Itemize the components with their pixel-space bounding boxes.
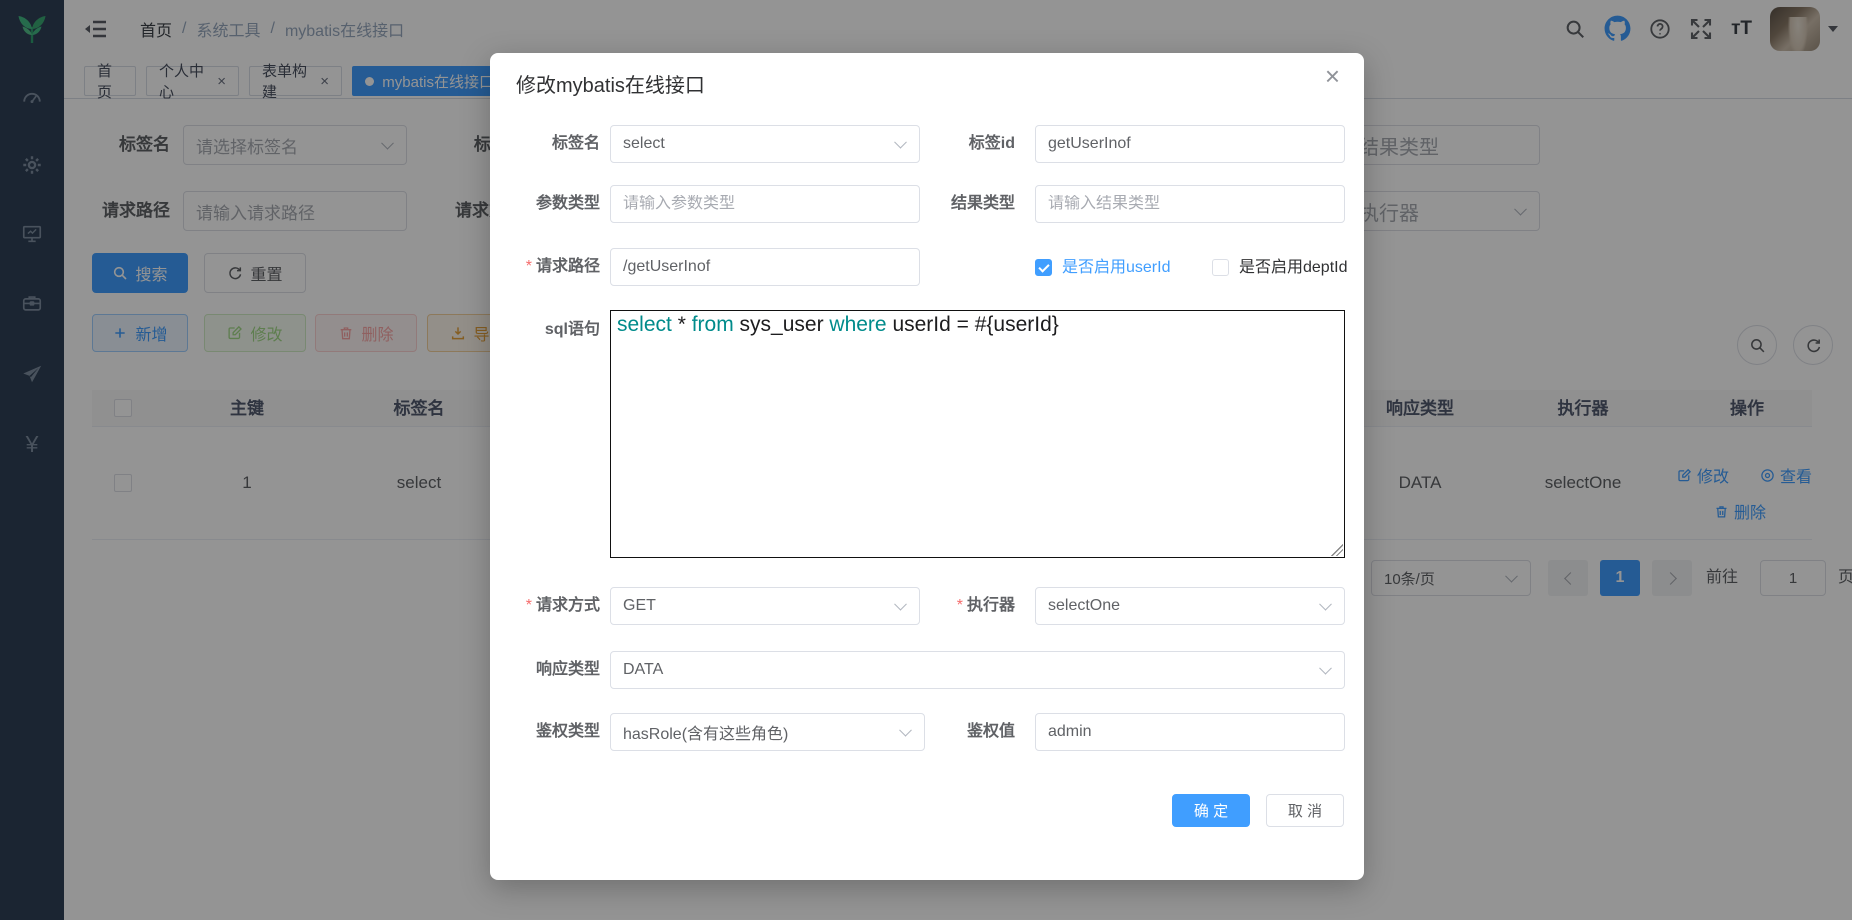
auth-value-input[interactable] bbox=[1048, 723, 1332, 741]
label-text: 请求方式 bbox=[536, 597, 600, 614]
result-type-input-wrap bbox=[1035, 185, 1345, 223]
param-type-input-wrap bbox=[610, 185, 920, 223]
label-text: 执行器 bbox=[967, 597, 1015, 614]
label-text: 请求路径 bbox=[536, 258, 600, 275]
required-mark: * bbox=[526, 258, 532, 275]
path-input[interactable] bbox=[623, 258, 907, 276]
sql-keyword: select bbox=[617, 313, 672, 336]
param-type-input[interactable] bbox=[623, 195, 907, 213]
sql-keyword: where bbox=[829, 313, 886, 336]
tag-id-input[interactable] bbox=[1048, 135, 1332, 153]
path-input-wrap bbox=[610, 248, 920, 286]
tag-name-label: 标签名 bbox=[460, 125, 600, 163]
dialog-close-icon[interactable]: × bbox=[1325, 63, 1340, 89]
resp-type-label: 响应类型 bbox=[460, 651, 600, 689]
required-mark: * bbox=[957, 597, 963, 614]
auth-value-label: 鉴权值 bbox=[875, 713, 1015, 751]
resize-handle[interactable] bbox=[1331, 544, 1343, 556]
chevron-down-icon bbox=[1319, 662, 1332, 675]
sql-text: sys_user bbox=[734, 313, 830, 336]
app: ¥ 首页 / 系统工具 / mybatis在线接口 тT bbox=[0, 0, 1852, 920]
tag-name-select[interactable]: select bbox=[610, 125, 920, 163]
tag-id-label: 标签id bbox=[875, 125, 1015, 163]
select-value: DATA bbox=[623, 661, 663, 679]
select-value: GET bbox=[623, 597, 656, 615]
auth-value-input-wrap bbox=[1035, 713, 1345, 751]
method-label: *请求方式 bbox=[460, 587, 600, 625]
confirm-button[interactable]: 确 定 bbox=[1172, 794, 1250, 827]
sql-label: sql语句 bbox=[460, 311, 600, 349]
path-label: *请求路径 bbox=[460, 248, 600, 286]
method-select[interactable]: GET bbox=[610, 587, 920, 625]
select-value: select bbox=[623, 135, 665, 153]
result-type-label: 结果类型 bbox=[875, 185, 1015, 223]
sql-text: userId = #{userId} bbox=[887, 313, 1059, 336]
sql-text: * bbox=[672, 313, 692, 336]
chevron-down-icon bbox=[1319, 598, 1332, 611]
tag-id-input-wrap bbox=[1035, 125, 1345, 163]
enable-userid-label[interactable]: 是否启用userId bbox=[1062, 259, 1170, 276]
sql-editor[interactable]: select * from sys_user where userId = #{… bbox=[610, 310, 1345, 558]
required-mark: * bbox=[526, 597, 532, 614]
edit-dialog: 修改mybatis在线接口 × 标签名 select 标签id 参数类型 结果类… bbox=[490, 53, 1364, 880]
dialog-title: 修改mybatis在线接口 bbox=[516, 69, 705, 98]
enable-userid-checkbox[interactable] bbox=[1035, 259, 1052, 276]
cancel-button[interactable]: 取 消 bbox=[1266, 794, 1344, 827]
result-type-input[interactable] bbox=[1048, 195, 1332, 213]
param-type-label: 参数类型 bbox=[460, 185, 600, 223]
auth-type-label: 鉴权类型 bbox=[460, 713, 600, 751]
select-value: selectOne bbox=[1048, 597, 1120, 615]
executor-select[interactable]: selectOne bbox=[1035, 587, 1345, 625]
enable-deptid-checkbox[interactable] bbox=[1212, 259, 1229, 276]
executor-label: *执行器 bbox=[875, 587, 1015, 625]
sql-keyword: from bbox=[692, 313, 734, 336]
enable-deptid-label[interactable]: 是否启用deptId bbox=[1239, 259, 1348, 276]
select-value: hasRole(含有这些角色) bbox=[623, 720, 788, 744]
resp-type-select[interactable]: DATA bbox=[610, 651, 1345, 689]
